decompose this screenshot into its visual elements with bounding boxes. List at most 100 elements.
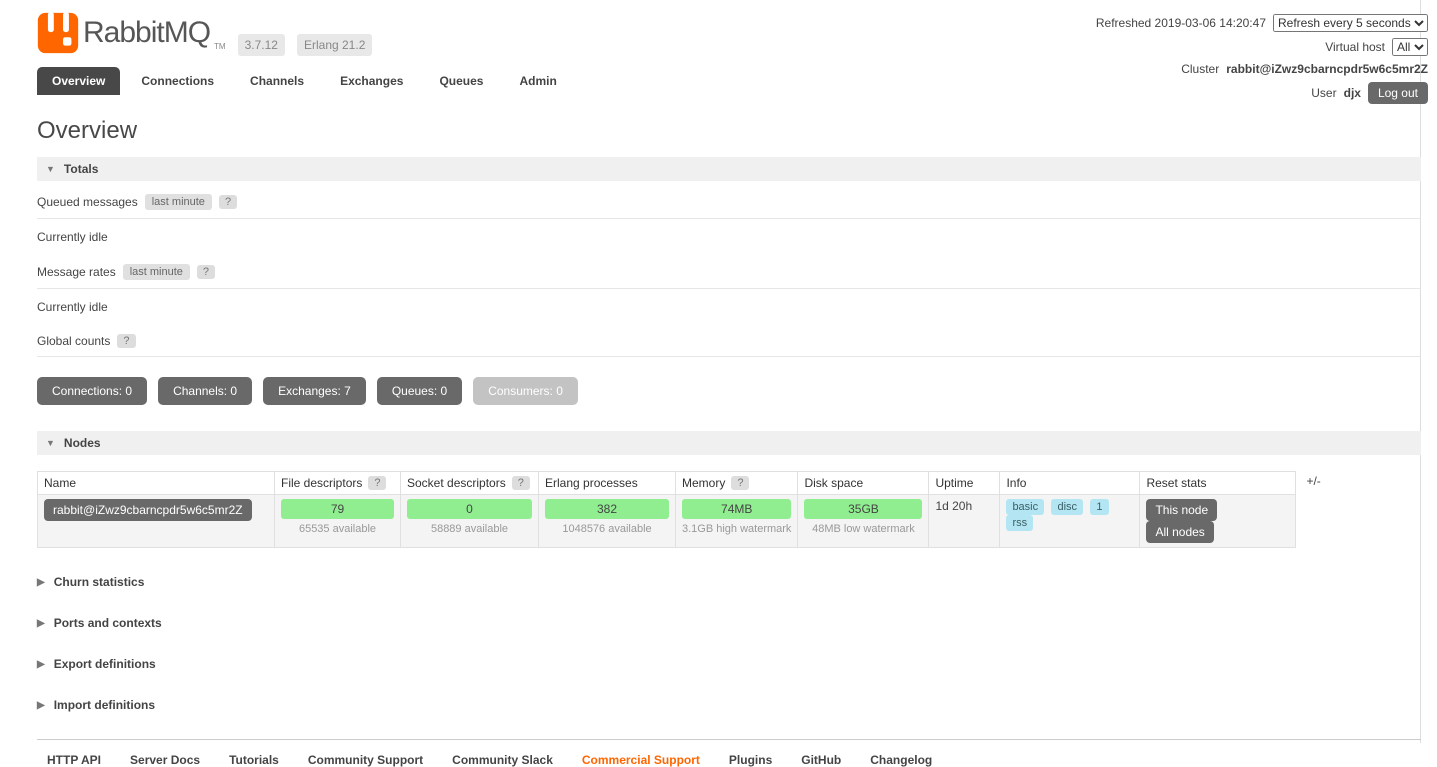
cluster-row: Cluster rabbit@iZwz9cbarncpdr5w6c5mr2Z — [1096, 62, 1428, 76]
exchanges-count-button[interactable]: Exchanges: 7 — [263, 377, 366, 405]
vhost-select[interactable]: All — [1392, 38, 1428, 56]
import-definitions-title: Import definitions — [53, 698, 156, 712]
toggle-columns-link[interactable]: +/- — [1306, 474, 1320, 488]
footer-link-server-docs[interactable]: Server Docs — [130, 753, 200, 767]
connections-count-button[interactable]: Connections: 0 — [37, 377, 148, 405]
nodes-section-title: Nodes — [63, 436, 101, 450]
refresh-row: Refreshed 2019-03-06 14:20:47 Refresh ev… — [1096, 14, 1428, 32]
nodes-section-header[interactable]: ▼ Nodes — [37, 431, 1421, 455]
disk-space-watermark: 48MB low watermark — [812, 523, 915, 535]
file-descriptors-help-icon[interactable]: ? — [368, 476, 387, 490]
file-descriptors-used-bar: 79 — [281, 499, 394, 519]
uptime-cell: 1d 20h — [928, 494, 1001, 548]
chevron-down-icon: ▼ — [46, 438, 55, 448]
message-rates-label: Message rates — [37, 265, 116, 279]
footer-link-plugins[interactable]: Plugins — [729, 753, 772, 767]
node-name-badge[interactable]: rabbit@iZwz9cbarncpdr5w6c5mr2Z — [44, 499, 252, 521]
vhost-label: Virtual host — [1325, 40, 1385, 54]
churn-statistics-section[interactable]: ▶ Churn statistics — [37, 575, 1421, 589]
tab-channels[interactable]: Channels — [235, 67, 319, 95]
info-badge-count[interactable]: 1 — [1090, 499, 1109, 515]
export-definitions-title: Export definitions — [53, 657, 156, 671]
cluster-label: Cluster — [1181, 62, 1220, 76]
footer-link-community-support[interactable]: Community Support — [308, 753, 423, 767]
socket-descriptors-used-bar: 0 — [407, 499, 532, 519]
col-file-descriptors: File descriptors? — [274, 471, 401, 495]
rabbitmq-logo-icon[interactable] — [37, 12, 79, 57]
reset-all-nodes-button[interactable]: All nodes — [1146, 521, 1214, 543]
message-rates-status: Currently idle — [37, 300, 108, 314]
node-name-cell: rabbit@iZwz9cbarncpdr5w6c5mr2Z — [37, 494, 275, 548]
consumers-count-button: Consumers: 0 — [473, 377, 578, 405]
totals-section-header[interactable]: ▼ Totals — [37, 157, 1421, 181]
message-rates-heading: Message rates last minute ? — [37, 255, 1421, 289]
user-label: User — [1311, 86, 1337, 100]
version-badge: 3.7.12 — [237, 34, 285, 56]
channels-count-button[interactable]: Channels: 0 — [158, 377, 253, 405]
memory-cell: 74MB 3.1GB high watermark — [674, 494, 799, 548]
ports-and-contexts-title: Ports and contexts — [53, 616, 162, 630]
tab-exchanges[interactable]: Exchanges — [325, 67, 418, 95]
logout-button[interactable]: Log out — [1367, 82, 1428, 104]
chevron-down-icon: ▼ — [46, 164, 55, 174]
queued-messages-status: Currently idle — [37, 230, 108, 244]
vhost-row: Virtual host All — [1096, 38, 1428, 56]
reset-this-node-button[interactable]: This node — [1146, 499, 1218, 521]
brand-wordmark: RabbitMQ — [83, 16, 211, 49]
import-definitions-section[interactable]: ▶ Import definitions — [37, 698, 1421, 712]
export-definitions-section[interactable]: ▶ Export definitions — [37, 657, 1421, 671]
global-counts-label: Global counts — [37, 334, 111, 348]
col-socket-descriptors: Socket descriptors? — [400, 471, 539, 495]
churn-statistics-title: Churn statistics — [53, 575, 145, 589]
header-controls: Refreshed 2019-03-06 14:20:47 Refresh ev… — [1096, 14, 1428, 110]
erlang-processes-used-bar: 382 — [545, 499, 669, 519]
cluster-name: rabbit@iZwz9cbarncpdr5w6c5mr2Z — [1226, 62, 1428, 76]
footer-link-community-slack[interactable]: Community Slack — [452, 753, 553, 767]
info-cell: basic disc 1 rss — [999, 494, 1141, 548]
tab-admin[interactable]: Admin — [504, 67, 571, 95]
socket-descriptors-help-icon[interactable]: ? — [511, 476, 530, 490]
message-rates-help-icon[interactable]: ? — [196, 265, 216, 279]
file-descriptors-available: 65535 available — [298, 523, 377, 535]
erlang-processes-cell: 382 1048576 available — [538, 494, 676, 548]
nodes-table-wrap: Name File descriptors? Socket descriptor… — [37, 471, 1421, 548]
footer-link-tutorials[interactable]: Tutorials — [229, 753, 279, 767]
user-row: User djx Log out — [1096, 82, 1428, 104]
message-rates-range-badge[interactable]: last minute — [122, 264, 190, 280]
footer-links: HTTP API Server Docs Tutorials Community… — [37, 739, 1421, 767]
chevron-right-icon: ▶ — [37, 658, 45, 670]
refresh-interval-select[interactable]: Refresh every 5 seconds — [1273, 14, 1428, 32]
tab-overview[interactable]: Overview — [37, 67, 121, 95]
erlang-version-badge: Erlang 21.2 — [296, 34, 373, 56]
col-memory: Memory? — [674, 471, 799, 495]
col-uptime: Uptime — [928, 471, 1001, 495]
chevron-right-icon: ▶ — [37, 699, 45, 711]
queued-messages-help-icon[interactable]: ? — [218, 195, 238, 209]
footer-link-http-api[interactable]: HTTP API — [47, 753, 101, 767]
queued-messages-range-badge[interactable]: last minute — [144, 194, 212, 210]
nodes-header-row: Name File descriptors? Socket descriptor… — [37, 471, 1297, 495]
global-counts-heading: Global counts ? — [37, 325, 1421, 357]
col-name: Name — [37, 471, 275, 495]
memory-watermark: 3.1GB high watermark — [682, 523, 792, 535]
rabbitmq-overview-page: Refreshed 2019-03-06 14:20:47 Refresh ev… — [0, 0, 1437, 767]
info-badge-disc[interactable]: disc — [1051, 499, 1084, 515]
col-info: Info — [999, 471, 1141, 495]
footer-link-commercial-support[interactable]: Commercial Support — [582, 753, 700, 767]
queued-messages-label: Queued messages — [37, 195, 138, 209]
tab-connections[interactable]: Connections — [126, 67, 229, 95]
footer-link-github[interactable]: GitHub — [801, 753, 841, 767]
queues-count-button[interactable]: Queues: 0 — [376, 377, 463, 405]
memory-used-bar: 74MB — [682, 499, 792, 519]
global-counts-help-icon[interactable]: ? — [117, 334, 136, 348]
info-badge-basic[interactable]: basic — [1006, 499, 1045, 515]
info-badge-rss[interactable]: rss — [1006, 515, 1034, 531]
chevron-right-icon: ▶ — [37, 617, 45, 629]
footer-link-changelog[interactable]: Changelog — [870, 753, 932, 767]
tab-queues[interactable]: Queues — [424, 67, 498, 95]
ports-and-contexts-section[interactable]: ▶ Ports and contexts — [37, 616, 1421, 630]
trademark-mark: TM — [214, 42, 226, 51]
col-disk-space: Disk space — [797, 471, 930, 495]
col-erlang-processes: Erlang processes — [538, 471, 676, 495]
memory-help-icon[interactable]: ? — [731, 476, 750, 490]
